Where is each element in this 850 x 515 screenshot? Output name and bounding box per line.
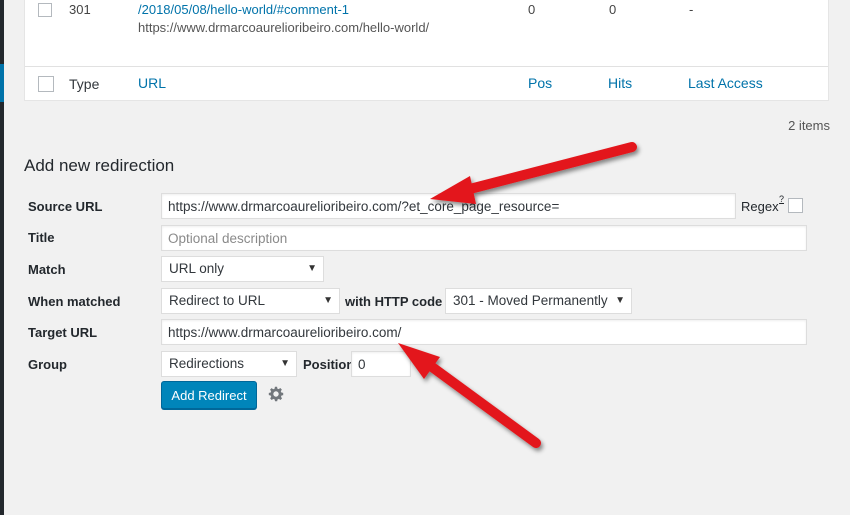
http-code-select-value: 301 - Moved Permanently bbox=[453, 293, 608, 308]
column-hits-sort[interactable]: Hits bbox=[608, 75, 632, 91]
row-source-link[interactable]: /2018/05/08/hello-world/#comment-1 bbox=[138, 2, 349, 17]
position-input[interactable] bbox=[351, 351, 411, 377]
row-last-access: - bbox=[689, 2, 694, 17]
match-label: Match bbox=[28, 262, 66, 277]
select-all-checkbox[interactable] bbox=[38, 76, 54, 92]
admin-sidebar-active-marker bbox=[0, 64, 4, 102]
add-redirect-button[interactable]: Add Redirect bbox=[161, 381, 257, 409]
admin-sidebar-edge bbox=[0, 0, 4, 515]
items-count: 2 items bbox=[788, 118, 830, 133]
action-select[interactable]: Redirect to URL ▼ bbox=[161, 288, 340, 314]
http-code-select[interactable]: 301 - Moved Permanently ▼ bbox=[445, 288, 632, 314]
group-select-value: Redirections bbox=[169, 356, 245, 371]
source-url-input[interactable] bbox=[161, 193, 736, 219]
row-target-url: https://www.drmarcoaurelioribeiro.com/he… bbox=[138, 20, 430, 35]
arrow-to-target-url bbox=[398, 343, 541, 448]
chevron-down-icon: ▼ bbox=[307, 263, 317, 274]
table-row: 301 /2018/05/08/hello-world/#comment-1 h… bbox=[25, 0, 828, 67]
row-type: 301 bbox=[69, 2, 91, 17]
gear-icon[interactable] bbox=[267, 385, 285, 403]
add-redirection-heading: Add new redirection bbox=[24, 156, 175, 175]
http-code-label: with HTTP code bbox=[345, 294, 443, 309]
match-select-value: URL only bbox=[169, 261, 225, 276]
position-label: Position bbox=[303, 357, 355, 372]
table-footer: Type URL Pos Hits Last Access bbox=[25, 67, 828, 101]
row-checkbox[interactable] bbox=[38, 3, 52, 17]
row-pos: 0 bbox=[528, 2, 536, 17]
target-url-label: Target URL bbox=[28, 325, 98, 340]
regex-help-link[interactable]: ? bbox=[779, 194, 784, 204]
title-input[interactable] bbox=[161, 225, 807, 251]
chevron-down-icon: ▼ bbox=[615, 295, 625, 306]
chevron-down-icon: ▼ bbox=[323, 295, 333, 306]
group-select[interactable]: Redirections ▼ bbox=[161, 351, 297, 377]
redirects-table: 301 /2018/05/08/hello-world/#comment-1 h… bbox=[24, 0, 829, 101]
group-label: Group bbox=[28, 357, 67, 372]
target-url-input[interactable] bbox=[161, 319, 807, 345]
row-hits: 0 bbox=[609, 2, 617, 17]
column-last-access-sort[interactable]: Last Access bbox=[688, 75, 763, 91]
source-url-label: Source URL bbox=[28, 199, 103, 214]
regex-label: Regex bbox=[741, 199, 779, 214]
column-url-sort[interactable]: URL bbox=[138, 75, 166, 91]
match-select[interactable]: URL only ▼ bbox=[161, 256, 324, 282]
column-pos-sort[interactable]: Pos bbox=[528, 75, 552, 91]
when-matched-label: When matched bbox=[28, 294, 121, 309]
column-type: Type bbox=[69, 76, 100, 92]
regex-checkbox[interactable] bbox=[788, 198, 803, 213]
title-label: Title bbox=[28, 230, 55, 245]
chevron-down-icon: ▼ bbox=[280, 358, 290, 369]
action-select-value: Redirect to URL bbox=[169, 293, 266, 308]
